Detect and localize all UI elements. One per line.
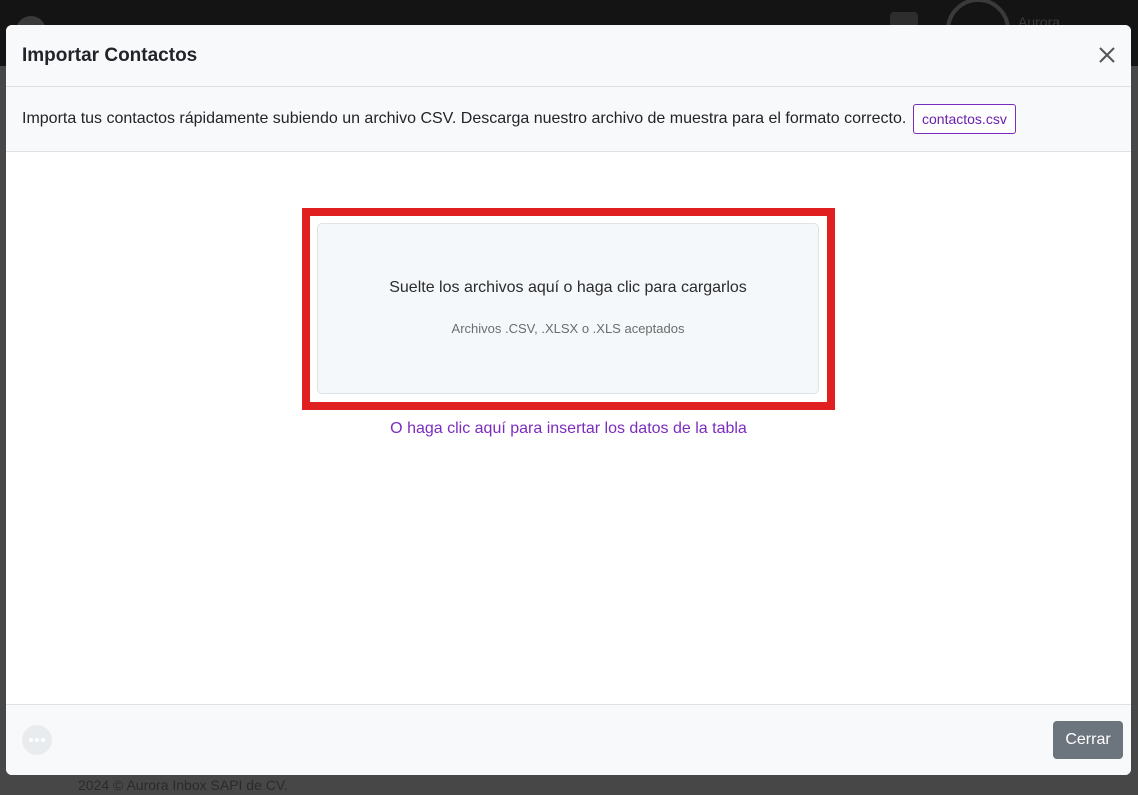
file-dropzone[interactable]: Suelte los archivos aquí o haga clic par… [317,223,819,394]
dropzone-title: Suelte los archivos aquí o haga clic par… [389,279,747,296]
chat-icon[interactable] [22,725,52,755]
close-icon[interactable] [1095,43,1119,67]
copyright-footer: 2024 © Aurora Inbox SAPI de CV. [78,777,288,793]
insert-table-data-link-label: O haga clic aquí para insertar los datos… [390,420,747,437]
import-instructions: Importa tus contactos rápidamente subien… [22,110,907,127]
insert-table-data-link[interactable]: O haga clic aquí para insertar los datos… [6,420,1131,438]
info-bar: Importa tus contactos rápidamente subien… [6,87,1131,152]
sample-file-button[interactable]: contactos.csv [913,104,1016,134]
modal-footer: Cerrar [6,704,1131,775]
import-contacts-modal: Importar Contactos Importa tus contactos… [6,25,1131,775]
close-button[interactable]: Cerrar [1053,721,1123,759]
modal-title: Importar Contactos [22,45,198,66]
modal-header: Importar Contactos [6,25,1131,87]
dropzone-subtitle: Archivos .CSV, .XLSX o .XLS aceptados [451,321,685,336]
